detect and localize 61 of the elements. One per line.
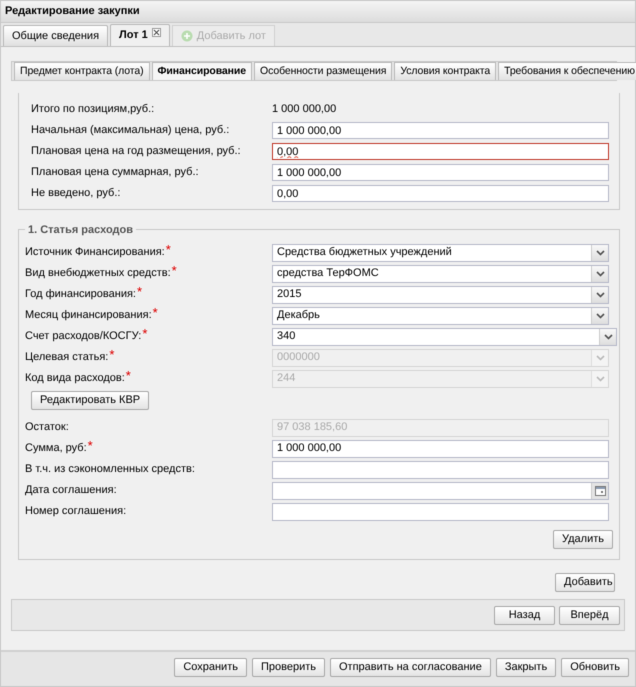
dropdown[interactable]: 2015 (272, 286, 609, 304)
input-field[interactable]: 0,00 (272, 185, 609, 202)
date-field[interactable] (272, 482, 609, 500)
total-value: 1 000 000,00 (272, 102, 336, 118)
required-mark: * (172, 265, 177, 276)
required-mark: * (166, 244, 171, 256)
field-label: Счет расходов/КОСГУ: (25, 329, 142, 344)
tab[interactable]: Условия контракта (394, 62, 496, 80)
input-field[interactable]: 1 000 000,00 (272, 164, 609, 181)
tab[interactable]: Общие сведения (3, 25, 108, 46)
field-label: Номер соглашения: (25, 504, 126, 520)
delete-button[interactable]: Удалить (553, 530, 613, 549)
field-label: Остаток: (25, 420, 69, 436)
toolbar-button[interactable]: Отправить на согласование (330, 658, 491, 677)
field-label: Код вида расходов: (25, 371, 125, 386)
window-title: Редактирование закупки (1, 1, 635, 23)
field-label: Сумма, руб: (25, 441, 87, 456)
required-mark: * (136, 286, 142, 298)
field-label: Целевая статья: (25, 350, 108, 366)
required-mark: * (142, 328, 148, 340)
field-label: Дата соглашения: (25, 483, 117, 498)
field-label: Не введено, руб.: (30, 186, 122, 202)
required-mark: * (88, 440, 93, 452)
edit-kvr-button[interactable]: Редактировать КВР (31, 390, 150, 410)
field-label: Итого по позициям,руб.: (30, 102, 156, 118)
field-label: Вид внебюджетных средств: (25, 266, 171, 282)
dropdown[interactable]: Декабрь (272, 306, 609, 324)
close-icon[interactable] (152, 28, 161, 37)
field-label: Начальная (максимальная) цена, руб.: (30, 123, 230, 138)
input-field[interactable] (272, 502, 609, 520)
dropdown[interactable]: Средства бюджетных учреждений (272, 244, 609, 262)
section-legend: 1. Статья расходов (25, 222, 136, 238)
nav-button[interactable]: Назад (494, 606, 555, 624)
tab[interactable]: Предмет контракта (лота) (14, 62, 150, 80)
add-button[interactable]: Добавить (555, 573, 615, 592)
toolbar-button[interactable]: Обновить (561, 658, 629, 677)
dropdown[interactable]: средства ТерФОМС (272, 264, 609, 282)
field-label: В т.ч. из сэкономленных средств: (25, 462, 195, 478)
toolbar-button[interactable]: Закрыть (496, 658, 556, 677)
dropdown[interactable]: 340 (272, 328, 617, 346)
tab[interactable]: Особенности размещения (254, 62, 392, 80)
toolbar-button[interactable]: Сохранить (174, 658, 247, 677)
tab[interactable]: Финансирование (152, 62, 252, 80)
required-mark: * (126, 370, 131, 382)
nav-button[interactable]: Вперёд (559, 606, 620, 624)
plus-icon (180, 30, 193, 42)
field-label: Плановая цена на год размещения, руб.: (30, 144, 242, 160)
tab[interactable]: Лот 1 (110, 24, 170, 46)
field-label: Источник Финансирования: (25, 245, 165, 260)
tab[interactable]: Требования к обеспечению (498, 62, 636, 80)
input-field[interactable]: 0,00 (272, 143, 609, 160)
required-mark: * (152, 307, 158, 318)
required-mark: * (109, 349, 114, 360)
calendar-icon[interactable] (591, 482, 608, 498)
field-label: Месяц финансирования: (25, 308, 152, 324)
toolbar-button[interactable]: Проверить (252, 658, 325, 677)
input-field[interactable]: 1 000 000,00 (272, 440, 609, 458)
field-label: Плановая цена суммарная, руб.: (30, 165, 200, 180)
input-field[interactable]: 1 000 000,00 (272, 122, 609, 139)
input-field[interactable] (272, 460, 609, 478)
field-label: Год финансирования: (25, 287, 136, 302)
